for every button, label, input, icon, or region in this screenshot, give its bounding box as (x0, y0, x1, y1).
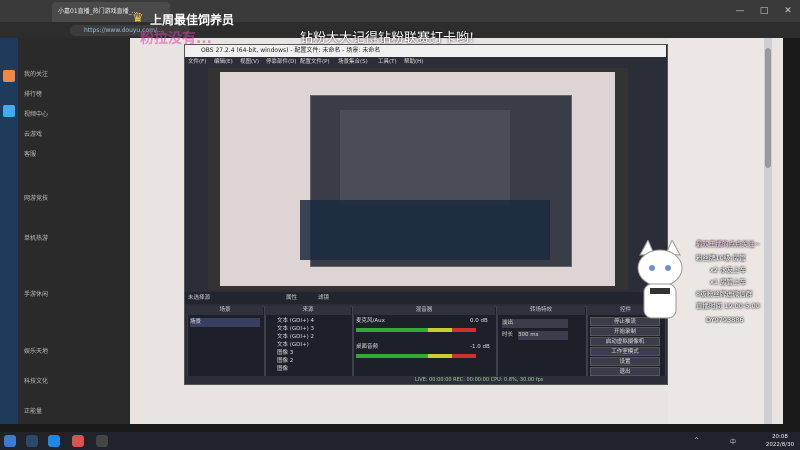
studio-mode-button[interactable]: 工作室模式 (590, 347, 660, 356)
scenes-dock-title: 场景 (187, 306, 263, 315)
virtual-camera-button[interactable]: 启动虚拟摄像机 (590, 337, 660, 346)
close-button[interactable]: ✕ (776, 0, 800, 22)
promo-line: x2 水友上车 (710, 266, 747, 274)
desktop-app-icon[interactable] (3, 70, 15, 82)
nav-item[interactable]: 我的关注 (24, 68, 124, 82)
nested-obs-docks (300, 200, 550, 260)
nested-obs-preview (340, 110, 510, 205)
maximize-button[interactable]: □ (752, 0, 776, 22)
ime-indicator[interactable]: 中 (730, 437, 736, 446)
mixer-channel-name: 麦克风/Aux (356, 318, 385, 324)
obs-statusbar: LIVE: 00:00:00 REC: 00:00:00 CPU: 0.8%, … (185, 376, 666, 384)
clock-date: 2022/8/30 (765, 442, 795, 448)
nav-item[interactable]: 视频中心 (24, 108, 124, 122)
properties-button[interactable]: 属性 (286, 293, 297, 301)
menu-file[interactable]: 文件(F) (188, 57, 206, 67)
edge-icon[interactable] (48, 435, 60, 447)
nav-item[interactable]: 正能量 (24, 405, 124, 419)
menu-profile[interactable]: 配置文件(P) (300, 57, 330, 67)
no-source-label: 未选择源 (188, 295, 211, 301)
nav-item[interactable]: 客服 (24, 148, 124, 162)
menu-edit[interactable]: 编辑(E) (214, 57, 233, 67)
menu-view[interactable]: 视图(V) (240, 57, 259, 67)
nav-item[interactable]: 云游戏 (24, 128, 124, 142)
menu-help[interactable]: 帮助(H) (404, 57, 423, 67)
promo-line: 最欢王播的点点关注~ (696, 240, 760, 248)
nav-item[interactable]: 网游竞技 (24, 192, 124, 206)
mixer-channel-db: -1.0 dB (470, 344, 490, 350)
duration-field[interactable]: 300 ms (518, 331, 568, 340)
source-item[interactable]: 图像 (277, 365, 288, 374)
promo-overlay: 最欢王播的点点关注~ 粉丝牌10级-房管 x2 水友上车 x1 房管上车 8级粉… (696, 238, 800, 338)
marquee-text: 钻粉大大记得钻粉联赛打卡哟! (300, 31, 475, 46)
nav-item[interactable]: 科技文化 (24, 375, 124, 389)
transitions-dock-title: 转场特效 (497, 306, 585, 315)
steam-icon[interactable] (26, 435, 38, 447)
tray-expand-icon[interactable]: ^ (694, 437, 699, 444)
obs-icon[interactable] (96, 435, 108, 447)
minimize-button[interactable]: — (728, 0, 752, 22)
mixer-channel-name: 桌面音频 (356, 344, 379, 350)
right-panel (668, 38, 764, 424)
transitions-dock (497, 306, 587, 378)
scroll-thumb[interactable] (765, 48, 771, 168)
nav-item[interactable]: 排行榜 (24, 88, 124, 102)
mixer-dock-title: 混音器 (353, 306, 495, 315)
mixer-meter (356, 328, 476, 332)
duration-label: 时长 (502, 332, 514, 338)
scene-item[interactable]: 场景 (190, 318, 260, 327)
filters-button[interactable]: 滤镜 (318, 293, 329, 301)
crown-icon: ♛ (132, 11, 144, 26)
promo-line: 8级粉丝牌进微信群 (696, 290, 753, 298)
nav-item[interactable]: 单机热游 (24, 232, 124, 246)
menu-docks[interactable]: 停靠部件(D) (266, 57, 297, 67)
cat-mascot-image (637, 240, 683, 319)
menu-tools[interactable]: 工具(T) (378, 57, 397, 67)
desktop-icons-strip (0, 38, 18, 424)
app-icon[interactable] (72, 435, 84, 447)
promo-line: 粉丝牌10级-房管 (696, 254, 746, 262)
weekly-banner: 上周最佳饲养员 (150, 13, 235, 27)
promo-line: 直播时间 19:00-5:00 (696, 302, 760, 310)
source-toolbar (185, 292, 666, 304)
faded-overlay-text: 粉拉没有... (140, 31, 212, 47)
douyin-id: DY9793886 (706, 316, 744, 324)
mixer-meter (356, 354, 476, 358)
sources-dock-title: 来源 (265, 306, 351, 315)
clock-time: 20:08 (772, 434, 788, 440)
system-clock[interactable]: 20:08 2022/8/30 (760, 432, 800, 450)
scenes-dock (187, 306, 265, 378)
settings-button[interactable]: 设置 (590, 357, 660, 366)
exit-button[interactable]: 退出 (590, 367, 660, 376)
promo-line: x1 房管上车 (710, 278, 747, 286)
transition-select[interactable]: 淡出 (502, 319, 568, 328)
windows-start-icon[interactable] (4, 435, 16, 447)
start-recording-button[interactable]: 开始录制 (590, 327, 660, 336)
taskbar (0, 432, 800, 450)
nav-item[interactable]: 娱乐天地 (24, 345, 124, 359)
menu-scene-collection[interactable]: 场景集合(S) (338, 57, 368, 67)
mixer-channel-db: 0.0 dB (470, 318, 488, 324)
desktop-app-icon[interactable] (3, 105, 15, 117)
nav-item[interactable]: 手游休闲 (24, 288, 124, 302)
